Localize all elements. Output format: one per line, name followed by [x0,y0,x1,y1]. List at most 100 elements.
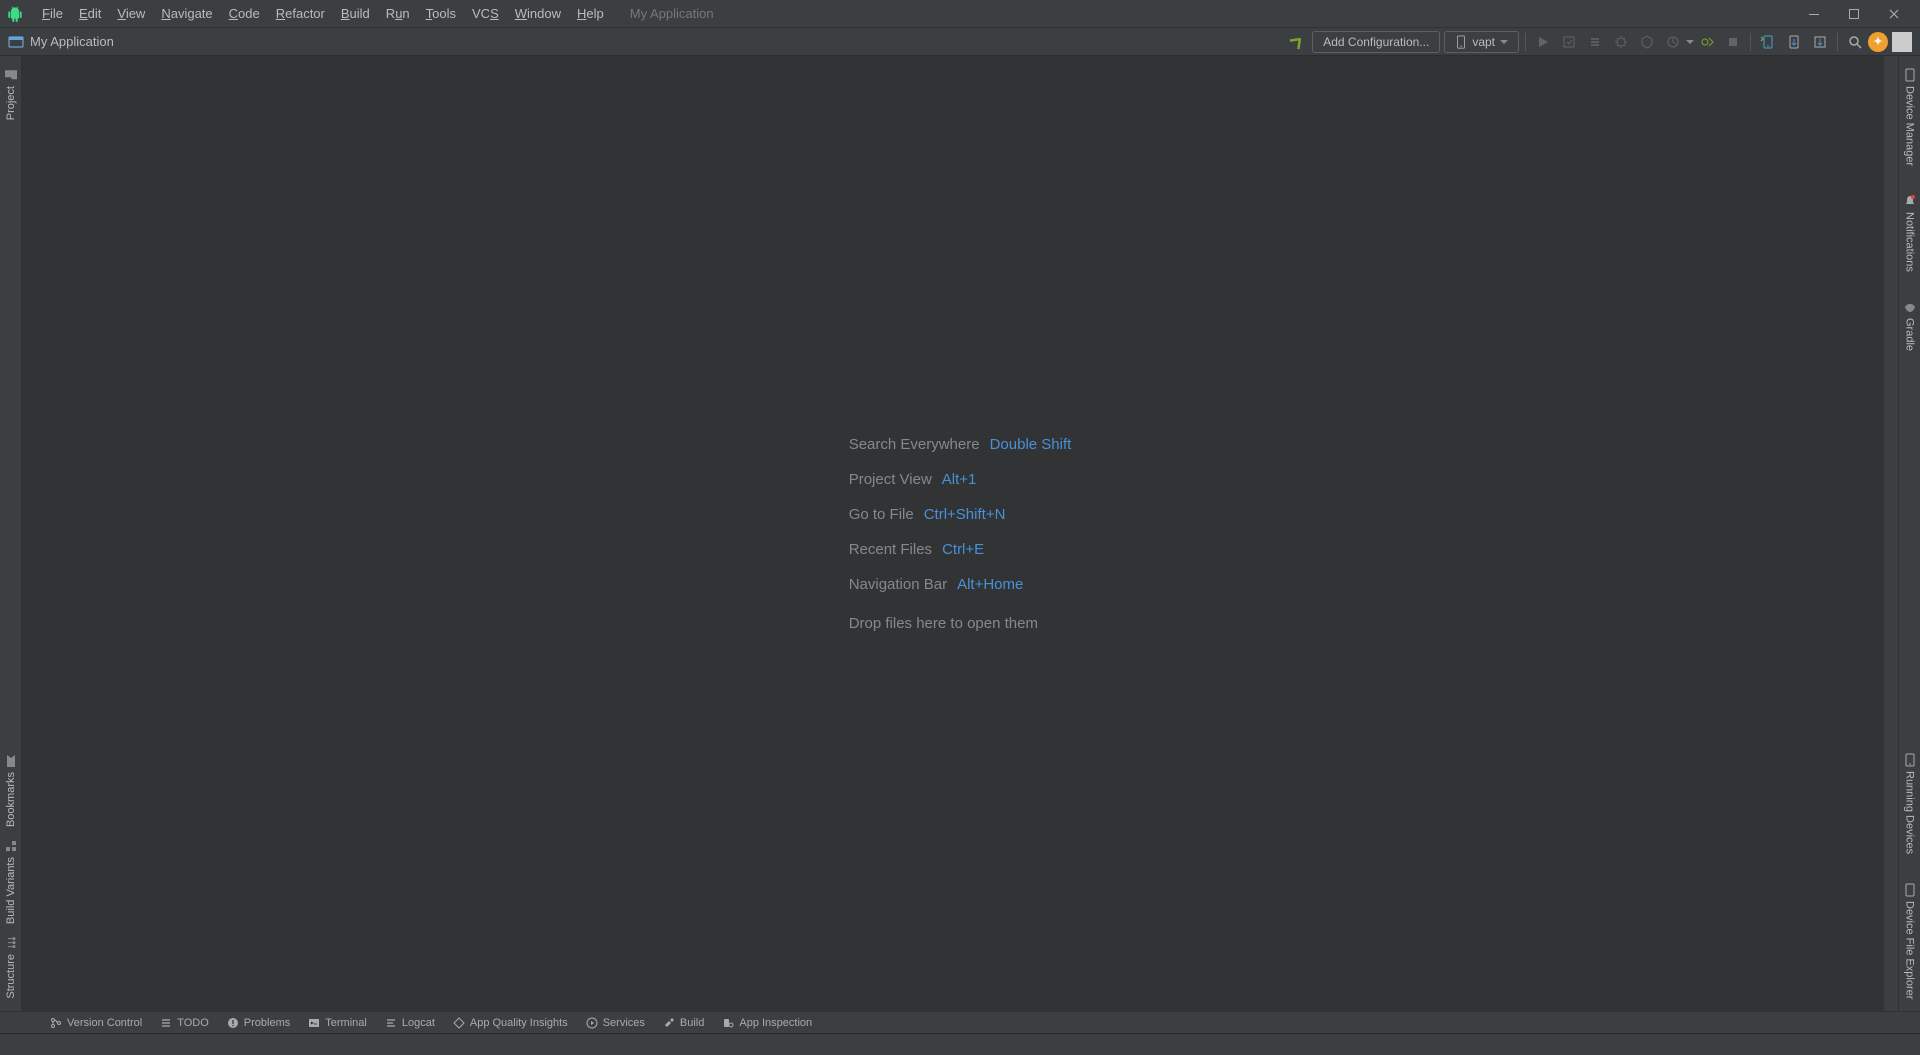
sync-gradle-button[interactable] [1809,31,1831,53]
hint-label: Go to File [849,506,914,523]
menu-bar: File Edit View Navigate Code Refactor Bu… [0,0,1920,28]
tab-label: Bookmarks [5,772,17,827]
running-devices-icon [1903,753,1917,767]
tab-build-variants[interactable]: Build Variants [2,833,20,930]
hint-label: Navigation Bar [849,576,947,593]
hint-label: Recent Files [849,541,932,558]
run-button[interactable] [1532,31,1554,53]
tab-label: Logcat [402,1017,435,1029]
gradle-icon [1903,300,1917,314]
tab-notifications[interactable]: Notifications [1901,188,1919,278]
add-configuration-button[interactable]: Add Configuration... [1312,31,1440,53]
structure-icon [4,936,18,950]
device-selector[interactable]: vapt [1444,31,1519,53]
tab-app-inspection[interactable]: App Inspection [722,1017,812,1029]
tab-bookmarks[interactable]: Bookmarks [2,748,20,833]
bell-icon [1903,194,1917,208]
tab-device-manager[interactable]: Device Manager [1901,62,1919,172]
coverage-button[interactable] [1636,31,1658,53]
editor-area[interactable]: Search EverywhereDouble Shift Project Vi… [22,56,1898,1011]
menu-refactor[interactable]: Refactor [268,3,333,24]
menu-tools[interactable]: Tools [418,3,464,24]
add-config-label: Add Configuration... [1323,35,1429,49]
tab-label: Build [680,1017,704,1029]
folder-icon [4,68,18,82]
apply-code-changes-button[interactable] [1584,31,1606,53]
tab-problems[interactable]: Problems [227,1017,290,1029]
tab-app-quality[interactable]: App Quality Insights [453,1017,568,1029]
hint-key: Alt+Home [957,576,1023,593]
window-close[interactable] [1874,0,1914,28]
tab-label: App Inspection [739,1017,812,1029]
menu-edit[interactable]: Edit [71,3,109,24]
tab-logcat[interactable]: Logcat [385,1017,435,1029]
attach-debugger-button[interactable] [1696,31,1718,53]
tab-label: Problems [244,1017,290,1029]
window-maximize[interactable] [1834,0,1874,28]
user-account[interactable] [1892,32,1912,52]
profile-dropdown-icon[interactable] [1686,40,1694,44]
tab-label: Version Control [67,1017,142,1029]
window-title: My Application [630,6,714,21]
logcat-icon [385,1017,397,1029]
debug-button[interactable] [1610,31,1632,53]
menu-build[interactable]: Build [333,3,378,24]
menu-navigate[interactable]: Navigate [153,3,220,24]
terminal-icon [308,1017,320,1029]
device-manager-icon [1903,68,1917,82]
tab-services[interactable]: Services [586,1017,645,1029]
tab-label: Gradle [1904,318,1916,351]
search-button[interactable] [1844,31,1866,53]
play-icon [586,1017,598,1029]
hint-key: Double Shift [990,436,1072,453]
warning-icon [227,1017,239,1029]
menu-code[interactable]: Code [221,3,268,24]
hint-key: Alt+1 [942,471,977,488]
diamond-icon [453,1017,465,1029]
tab-todo[interactable]: TODO [160,1017,209,1029]
device-label: vapt [1472,35,1495,49]
inspection-icon [722,1017,734,1029]
tab-device-file-explorer[interactable]: Device File Explorer [1901,877,1919,1005]
list-icon [160,1017,172,1029]
bottom-tool-bar: Version Control TODO Problems Terminal L… [0,1011,1920,1033]
user-avatar[interactable]: ✦ [1868,32,1888,52]
tab-label: App Quality Insights [470,1017,568,1029]
tab-structure[interactable]: Structure [2,930,20,1005]
tab-label: TODO [177,1017,209,1029]
tab-label: Terminal [325,1017,367,1029]
menu-help[interactable]: Help [569,3,612,24]
hammer-icon [663,1017,675,1029]
apply-changes-button[interactable] [1558,31,1580,53]
chevron-down-icon [1500,40,1508,44]
avd-manager-button[interactable] [1757,31,1779,53]
tab-label: Device Manager [1904,86,1916,166]
menu-run[interactable]: Run [378,3,418,24]
menu-window[interactable]: Window [507,3,569,24]
branch-icon [50,1017,62,1029]
breadcrumb[interactable]: My Application [30,34,114,49]
hint-label: Search Everywhere [849,436,980,453]
menu-file[interactable]: File [34,3,71,24]
profile-button[interactable] [1662,31,1684,53]
tab-running-devices[interactable]: Running Devices [1901,747,1919,860]
window-minimize[interactable] [1794,0,1834,28]
editor-gutter-strip [1884,56,1898,1011]
menu-view[interactable]: View [109,3,153,24]
tab-label: Notifications [1904,212,1916,272]
right-tool-gutter: Device Manager Notifications Gradle Runn… [1898,56,1920,1011]
make-project-button[interactable] [1286,31,1308,53]
tab-build[interactable]: Build [663,1017,704,1029]
stop-button[interactable] [1722,31,1744,53]
bookmark-icon [4,754,18,768]
tab-label: Project [5,86,17,120]
tab-gradle[interactable]: Gradle [1901,294,1919,357]
status-bar [0,1033,1920,1055]
hint-key: Ctrl+Shift+N [924,506,1006,523]
sdk-manager-button[interactable] [1783,31,1805,53]
tab-project[interactable]: Project [2,62,20,126]
menu-vcs[interactable]: VCS [464,3,507,24]
tab-terminal[interactable]: Terminal [308,1017,367,1029]
left-tool-gutter: Project Bookmarks Build Variants Structu… [0,56,22,1011]
tab-version-control[interactable]: Version Control [50,1017,142,1029]
